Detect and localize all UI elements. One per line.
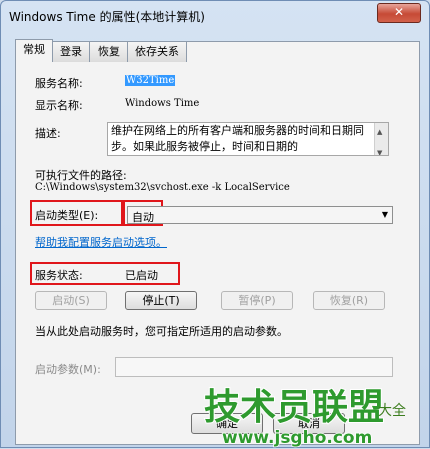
window-title: Windows Time 的属性(本地计算机)	[9, 10, 205, 24]
service-name-label: 服务名称:	[35, 77, 83, 90]
tab-general[interactable]: 常规	[15, 39, 53, 62]
tab-logon[interactable]: 登录	[51, 41, 91, 62]
description-text: 维护在网络上的所有客户端和服务器的时间和日期同步。如果此服务被停止，时间和日期的	[111, 124, 364, 153]
stop-button[interactable]: 停止(T)	[125, 291, 197, 310]
description-box[interactable]: 维护在网络上的所有客户端和服务器的时间和日期同步。如果此服务被停止，时间和日期的…	[107, 122, 389, 156]
watermark-logo: 技术员联盟 大全 www.jsgho.com	[203, 386, 406, 449]
chevron-down-icon: ▼	[381, 210, 388, 219]
path-value: C:\Windows\system32\svchost.exe -k Local…	[35, 182, 290, 193]
description-label: 描述:	[35, 127, 61, 140]
service-status-label: 服务状态:	[35, 269, 83, 282]
watermark-suffix: 大全	[378, 402, 406, 419]
start-button[interactable]: 启动(S)	[35, 291, 107, 310]
description-scrollbar[interactable]: ▲ ▼	[374, 123, 388, 155]
startup-type-select[interactable]: 自动 ▼	[127, 206, 393, 224]
display-name-label: 显示名称:	[35, 99, 83, 112]
watermark-title: 技术员联盟	[204, 387, 384, 428]
path-label: 可执行文件的路径:	[35, 169, 127, 182]
start-params-input[interactable]	[115, 357, 393, 377]
title-bar[interactable]: Windows Time 的属性(本地计算机) ✕	[1, 1, 429, 31]
close-icon: ✕	[393, 5, 405, 19]
resume-button[interactable]: 恢复(R)	[313, 291, 385, 310]
tab-dependencies[interactable]: 依存关系	[127, 41, 187, 62]
start-params-hint: 当从此处启动服务时，您可指定所适用的启动参数。	[35, 325, 288, 338]
service-name-value[interactable]: W32Time	[125, 75, 176, 86]
watermark-url: www.jsgho.com	[222, 428, 372, 448]
close-button[interactable]: ✕	[377, 3, 421, 23]
display-name-value: Windows Time	[125, 98, 200, 109]
startup-type-label: 启动类型(E):	[35, 209, 99, 222]
help-configure-link[interactable]: 帮助我配置服务启动选项。	[35, 234, 167, 250]
start-params-label: 启动参数(M):	[35, 363, 101, 376]
properties-window: Windows Time 的属性(本地计算机) ✕ 常规 登录 恢复 依存关系 …	[0, 0, 430, 449]
tab-recovery[interactable]: 恢复	[89, 41, 129, 62]
startup-type-value: 自动	[132, 211, 154, 224]
pause-button[interactable]: 暂停(P)	[221, 291, 293, 310]
scroll-down-icon[interactable]: ▼	[377, 145, 382, 155]
service-status-value: 已启动	[125, 269, 158, 282]
scroll-up-icon[interactable]: ▲	[377, 124, 382, 140]
